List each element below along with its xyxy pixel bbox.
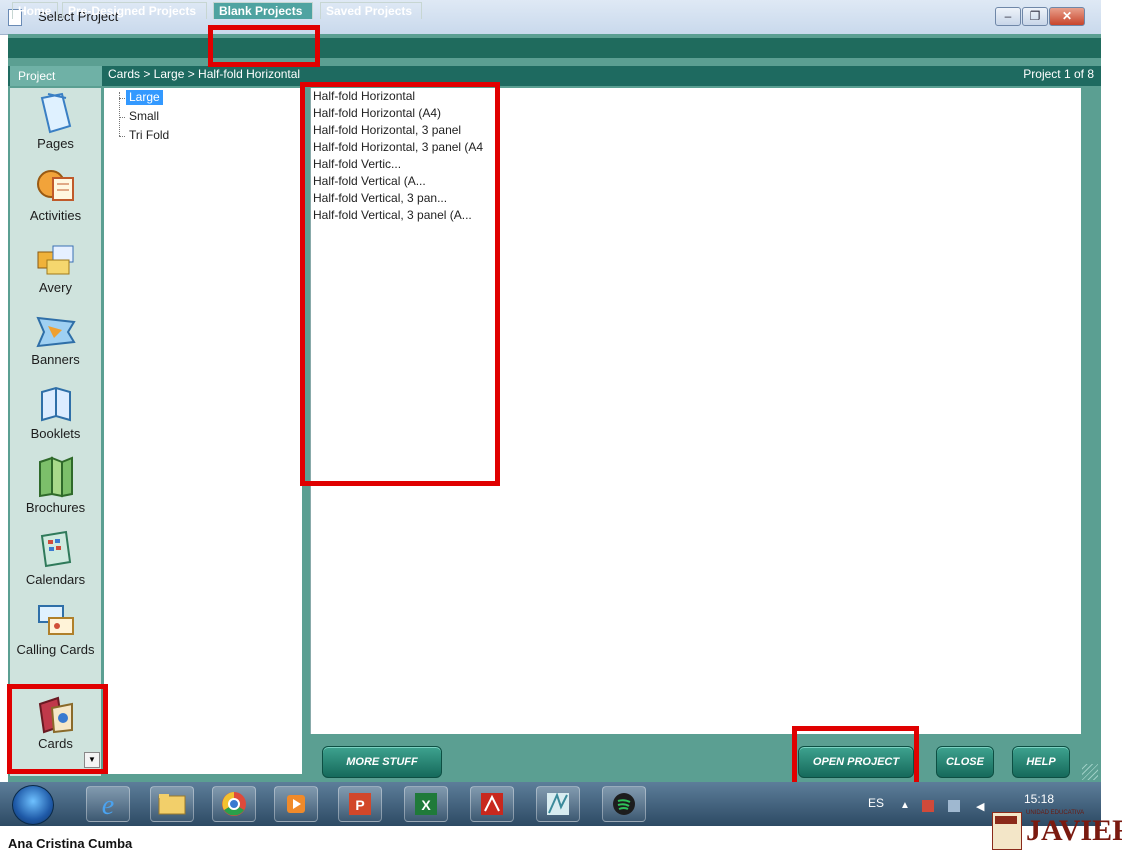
list-item[interactable]: Half-fold Horizontal, 3 panel (A4 [313, 139, 495, 156]
category-tree-panel [104, 88, 302, 774]
brochures-icon [38, 456, 73, 498]
sidebar-item-cards[interactable]: Cards [10, 694, 101, 752]
list-item[interactable]: Half-fold Vertical, 3 pan... [313, 190, 447, 207]
sidebar-item-brochures[interactable]: Brochures [10, 456, 101, 516]
sidebar-item-avery[interactable]: Avery [10, 240, 101, 296]
svg-text:P: P [355, 797, 364, 813]
powerpoint-icon[interactable]: P [338, 786, 382, 822]
language-indicator[interactable]: ES [868, 796, 884, 810]
chrome-icon[interactable] [212, 786, 256, 822]
tree-item-tri-fold[interactable]: Tri Fold [126, 128, 172, 143]
internet-explorer-icon[interactable]: e [86, 786, 130, 822]
project-counter: Project 1 of 8 [1023, 67, 1094, 81]
sidebar-item-label: Calendars [25, 572, 86, 587]
svg-text:X: X [421, 797, 431, 813]
svg-text:e: e [102, 790, 114, 821]
tree-connector [119, 136, 125, 137]
sidebar-scroll-down-icon[interactable]: ▼ [84, 752, 100, 768]
sidebar-item-label: Cards [38, 736, 73, 751]
spotify-icon[interactable] [602, 786, 646, 822]
tab-home[interactable]: Home [12, 2, 58, 19]
sidebar-item-label: Booklets [30, 426, 81, 441]
sidebar-item-activities[interactable]: Activities [10, 166, 101, 224]
sidebar-item-label: Avery [39, 280, 72, 295]
list-item[interactable]: Half-fold Vertical, 3 panel (A... [313, 207, 472, 224]
tree-item-large[interactable]: Large [126, 90, 163, 105]
list-item[interactable]: Half-fold Vertic... [313, 156, 401, 173]
excel-icon[interactable]: X [404, 786, 448, 822]
volume-icon[interactable]: ◀ [976, 800, 988, 813]
restore-icon[interactable]: ❐ [1022, 7, 1048, 26]
activities-icon [36, 170, 74, 201]
tab-blank-projects[interactable]: Blank Projects [213, 2, 313, 19]
file-explorer-icon[interactable] [150, 786, 194, 822]
close-button[interactable]: CLOSE [936, 746, 994, 778]
sidebar-item-label: Activities [29, 208, 82, 223]
list-item[interactable]: Half-fold Vertical (A... [313, 173, 426, 190]
media-player-icon[interactable] [274, 786, 318, 822]
sidebar-item-label: Calling Cards [16, 642, 95, 657]
tree-connector [119, 98, 125, 99]
action-center-icon[interactable] [922, 800, 934, 812]
calling-cards-icon [37, 605, 74, 635]
tray-expand-icon[interactable]: ▲ [900, 800, 912, 812]
sidebar-item-calendars[interactable]: Calendars [10, 528, 101, 588]
author-caption: Ana Cristina Cumba [8, 836, 133, 851]
project-category-sidebar: Pages Activities Avery Banners Booklets [10, 88, 101, 776]
calendars-icon [40, 530, 71, 568]
javier-logo: UNIDAD EDUCATIVA JAVIER [992, 808, 1122, 852]
help-button[interactable]: HELP [1012, 746, 1070, 778]
pages-icon [40, 92, 71, 134]
clock[interactable]: 15:18 [1024, 792, 1054, 806]
tree-connector [119, 117, 125, 118]
sidebar-item-label: Pages [37, 136, 74, 151]
banners-icon [35, 316, 76, 348]
project-category-label: Project [10, 66, 102, 86]
open-project-button[interactable]: OPEN PROJECT [798, 746, 914, 778]
cards-icon [38, 696, 73, 734]
network-icon[interactable] [948, 800, 960, 812]
list-item[interactable]: Half-fold Horizontal (A4) [313, 105, 441, 122]
sidebar-item-calling-cards[interactable]: Calling Cards [10, 600, 101, 658]
sidebar-item-booklets[interactable]: Booklets [10, 384, 101, 442]
minimize-icon[interactable]: – [995, 7, 1021, 26]
resize-grip-icon[interactable] [1082, 764, 1098, 780]
sidebar-item-label: Brochures [25, 500, 86, 515]
app-icon[interactable] [536, 786, 580, 822]
acrobat-icon[interactable] [470, 786, 514, 822]
booklets-icon [40, 386, 71, 422]
sidebar-item-pages[interactable]: Pages [10, 92, 101, 152]
sidebar-item-banners[interactable]: Banners [10, 312, 101, 368]
tab-saved-projects[interactable]: Saved Projects [320, 2, 422, 19]
logo-text: JAVIER [1026, 814, 1122, 847]
more-stuff-button[interactable]: MORE STUFF [322, 746, 442, 778]
tree-item-small[interactable]: Small [126, 109, 162, 124]
tab-pre-designed-projects[interactable]: Pre-Designed Projects [62, 2, 207, 19]
list-item[interactable]: Half-fold Horizontal, 3 panel [313, 122, 461, 139]
close-icon[interactable]: ✕ [1049, 7, 1085, 26]
tab-bar [8, 38, 1101, 58]
list-item[interactable]: Half-fold Horizontal [313, 88, 415, 105]
avery-icon [37, 245, 73, 275]
breadcrumb: Cards > Large > Half-fold Horizontal [108, 67, 301, 81]
sidebar-item-label: Banners [31, 352, 80, 367]
start-button[interactable] [12, 785, 54, 825]
